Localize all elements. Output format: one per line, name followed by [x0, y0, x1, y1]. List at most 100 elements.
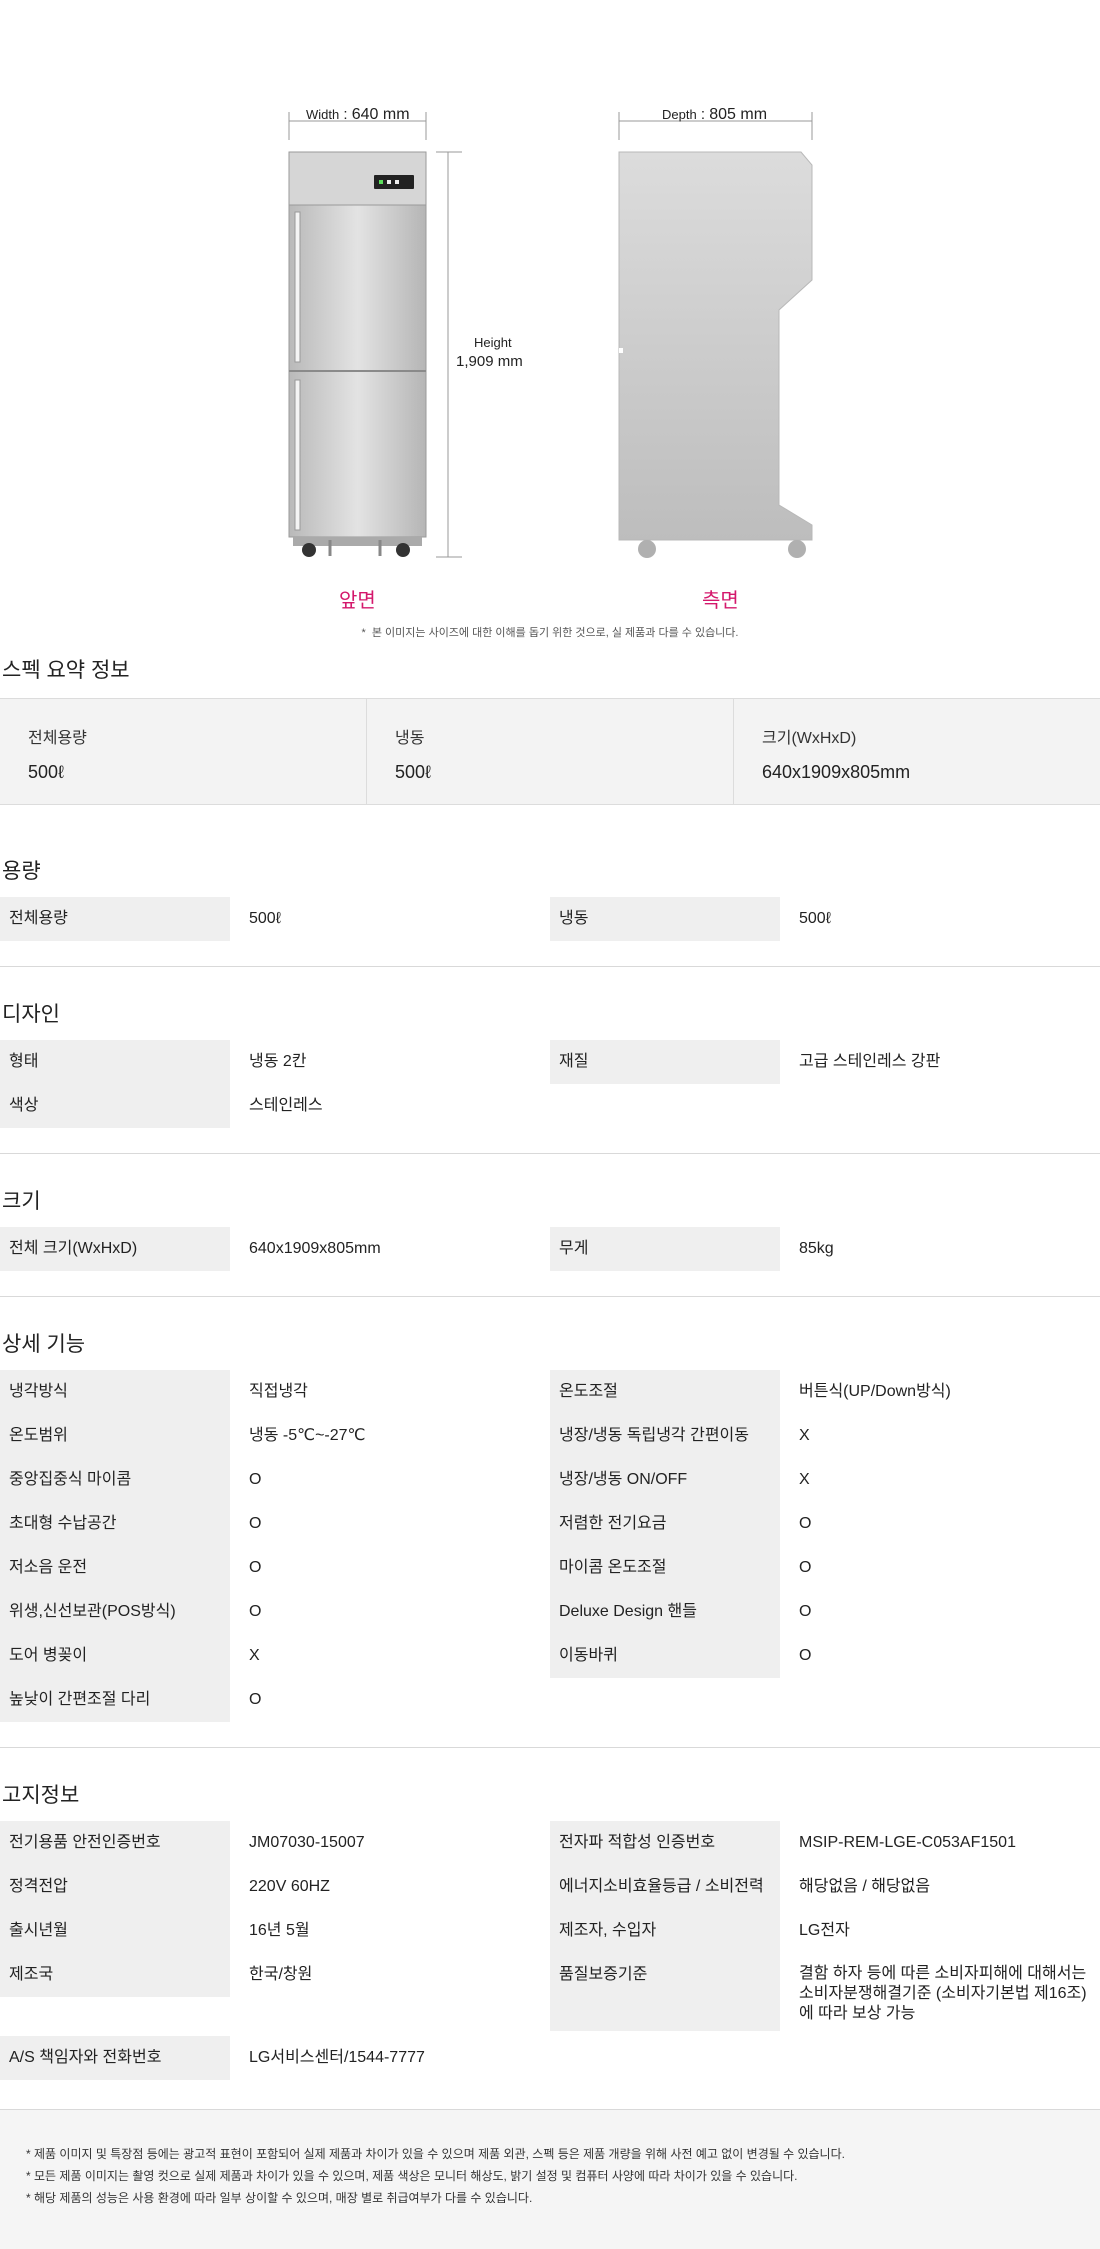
spec-label: 전기용품 안전인증번호: [0, 1821, 230, 1865]
spec-value: 결함 하자 등에 따른 소비자피해에 대해서는 소비자분쟁해결기준 (소비자기본…: [799, 1965, 1087, 2022]
spec-label: 전자파 적합성 인증번호: [550, 1821, 780, 1865]
spec-row: 중앙집중식 마이콤 O 냉장/냉동 ON/OFF X: [0, 1458, 1100, 1502]
spec-label: A/S 책임자와 전화번호: [0, 2036, 230, 2080]
height-label: Height: [474, 335, 512, 350]
spec-value: O: [249, 1691, 262, 1708]
spec-row: 위생,신선보관(POS방식) O Deluxe Design 핸들 O: [0, 1590, 1100, 1634]
footer-notes: 제품 이미지 및 특장점 등에는 광고적 표현이 포함되어 실제 제품과 차이가…: [0, 2109, 1100, 2249]
spec-row: 높낮이 간편조절 다리 O: [0, 1678, 1100, 1722]
height-value: 1,909 mm: [456, 353, 523, 370]
dimension-drawing: [288, 112, 813, 558]
spec-label: 냉각방식: [0, 1370, 230, 1414]
spec-row: 저소음 운전 O 마이콤 온도조절 O: [0, 1546, 1100, 1590]
spec-label: 온도조절: [550, 1370, 780, 1414]
spec-value: 직접냉각: [249, 1383, 308, 1400]
section-divider: [0, 1296, 1100, 1297]
spec-row: 초대형 수납공간 O 저렴한 전기요금 O: [0, 1502, 1100, 1546]
spec-row: 형태 냉동 2칸 재질 고급 스테인레스 강판: [0, 1040, 1100, 1084]
diagram-disclaimer: * 본 이미지는 사이즈에 대한 이해를 돕기 위한 것으로, 실 제품과 다를…: [361, 627, 739, 639]
width-value: 640 mm: [351, 106, 410, 123]
spec-value: 85kg: [799, 1240, 834, 1257]
spec-value: O: [249, 1515, 262, 1532]
spec-row: A/S 책임자와 전화번호 LG서비스센터/1544-7777: [0, 2036, 1100, 2080]
spec-label: 초대형 수납공간: [0, 1502, 230, 1546]
notice-title: 고지정보: [2, 1784, 80, 1807]
spec-row: 제조국 한국/창원 품질보증기준 결함 하자 등에 따른 소비자피해에 대해서는…: [0, 1953, 1100, 2031]
footer-note: 모든 제품 이미지는 촬영 컷으로 실제 제품과 차이가 있을 수 있으며, 제…: [26, 2165, 1100, 2187]
spec-label: 재질: [550, 1040, 780, 1084]
fridge-side-image: [618, 151, 813, 558]
summary-item-label: 냉동: [395, 730, 425, 747]
spec-label: 색상: [0, 1084, 230, 1128]
spec-value: O: [799, 1515, 812, 1532]
width-label-text: Width: [306, 107, 340, 122]
size-title: 크기: [2, 1190, 41, 1213]
depth-label-text: Depth: [662, 107, 697, 122]
section-divider: [0, 1153, 1100, 1154]
spec-label: 출시년월: [0, 1909, 230, 1953]
spec-label: 저렴한 전기요금: [550, 1502, 780, 1546]
spec-label: 전체 크기(WxHxD): [0, 1227, 230, 1271]
spec-label: Deluxe Design 핸들: [550, 1590, 780, 1634]
spec-label: 에너지소비효율등급 / 소비전력: [550, 1865, 780, 1909]
spec-value: LG전자: [799, 1922, 850, 1939]
spec-value: 해당없음 / 해당없음: [799, 1878, 931, 1895]
spec-value: 고급 스테인레스 강판: [799, 1053, 941, 1070]
spec-value: 냉동 -5℃~-27℃: [249, 1427, 366, 1444]
design-title: 디자인: [2, 1003, 60, 1026]
spec-value: 220V 60HZ: [249, 1878, 330, 1895]
side-view-label: 측면: [702, 590, 739, 612]
spec-summary-box: 전체용량 500ℓ 냉동 500ℓ 크기(WxHxD) 640x1909x805…: [0, 698, 1100, 805]
depth-label: Depth : 805 mm: [662, 106, 768, 123]
spec-row: 정격전압 220V 60HZ 에너지소비효율등급 / 소비전력 해당없음 / 해…: [0, 1865, 1100, 1909]
spec-label: 제조자, 수입자: [550, 1909, 780, 1953]
spec-row: 색상 스테인레스: [0, 1084, 1100, 1128]
section-divider: [0, 1747, 1100, 1748]
footer-note: 제품 이미지 및 특장점 등에는 광고적 표현이 포함되어 실제 제품과 차이가…: [26, 2143, 1100, 2165]
spec-label: 무게: [550, 1227, 780, 1271]
spec-value: 500ℓ: [799, 910, 831, 927]
fridge-front-image: [288, 151, 427, 557]
spec-value: MSIP-REM-LGE-C053AF1501: [799, 1834, 1016, 1851]
spec-label: 제조국: [0, 1953, 230, 1997]
spec-value: X: [249, 1647, 260, 1664]
summary-item: 전체용량 500ℓ: [0, 699, 367, 804]
spec-label: 냉장/냉동 독립냉각 간편이동: [550, 1414, 780, 1458]
spec-label: 품질보증기준: [550, 1953, 780, 2031]
summary-item: 냉동 500ℓ: [367, 699, 734, 804]
summary-title: 스펙 요약 정보: [2, 659, 130, 682]
spec-value: X: [799, 1427, 810, 1444]
capacity-title: 용량: [2, 860, 41, 883]
spec-row: 냉각방식 직접냉각 온도조절 버튼식(UP/Down방식): [0, 1370, 1100, 1414]
spec-value: LG서비스센터/1544-7777: [249, 2049, 425, 2066]
spec-label: 도어 병꽂이: [0, 1634, 230, 1678]
summary-item-value: 500ℓ: [28, 762, 64, 782]
width-label: Width : 640 mm: [306, 106, 410, 123]
summary-item-value: 640x1909x805mm: [762, 762, 911, 782]
spec-value: O: [799, 1603, 812, 1620]
spec-label: 온도범위: [0, 1414, 230, 1458]
product-dimension-diagram: Width : 640 mm Depth : 805 mm Height 1,9…: [0, 0, 1100, 655]
summary-item: 크기(WxHxD) 640x1909x805mm: [734, 699, 1100, 804]
footer-note: 해당 제품의 성능은 사용 환경에 따라 일부 상이할 수 있으며, 매장 별로…: [26, 2187, 1100, 2209]
summary-item-label: 전체용량: [28, 730, 87, 747]
spec-value: 냉동 2칸: [249, 1053, 307, 1070]
spec-label: 전체용량: [0, 897, 230, 941]
spec-value: 500ℓ: [249, 910, 281, 927]
spec-row: 출시년월 16년 5월 제조자, 수입자 LG전자: [0, 1909, 1100, 1953]
spec-value: 스테인레스: [249, 1097, 323, 1114]
spec-value: O: [799, 1559, 812, 1576]
summary-item-label: 크기(WxHxD): [762, 730, 857, 747]
spec-label: 높낮이 간편조절 다리: [0, 1678, 230, 1722]
spec-label: 냉동: [550, 897, 780, 941]
spec-label: 형태: [0, 1040, 230, 1084]
front-view-label: 앞면: [339, 590, 376, 612]
spec-label: 중앙집중식 마이콤: [0, 1458, 230, 1502]
spec-value: 640x1909x805mm: [249, 1240, 381, 1257]
features-title: 상세 기능: [2, 1333, 86, 1356]
spec-row: 온도범위 냉동 -5℃~-27℃ 냉장/냉동 독립냉각 간편이동 X: [0, 1414, 1100, 1458]
spec-value: X: [799, 1471, 810, 1488]
spec-label: 위생,신선보관(POS방식): [0, 1590, 230, 1634]
spec-value: JM07030-15007: [249, 1834, 365, 1851]
spec-label: 마이콤 온도조절: [550, 1546, 780, 1590]
